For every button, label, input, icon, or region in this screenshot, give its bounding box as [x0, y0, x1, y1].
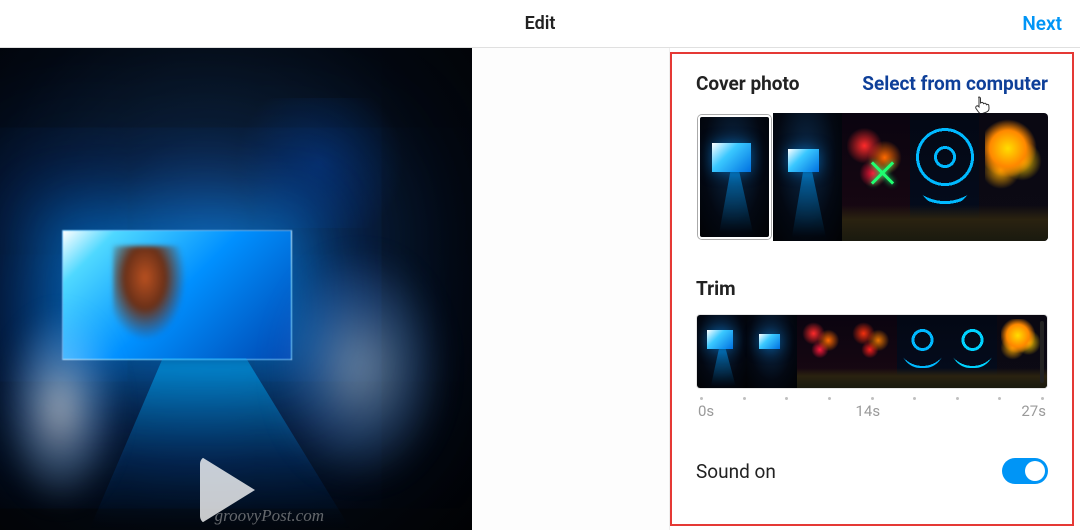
cover-thumb-5[interactable] — [979, 113, 1048, 241]
watermark-text: groovyPost.com — [215, 506, 324, 526]
sound-toggle[interactable] — [1002, 458, 1048, 484]
trim-section: Trim 0s 14s 27s — [696, 277, 1048, 420]
sound-label: Sound on — [696, 460, 776, 483]
header-bar: Edit Next — [0, 0, 1080, 48]
cover-photo-header: Cover photo Select from computer — [696, 72, 1048, 95]
trim-start-time: 0s — [698, 402, 714, 420]
trim-title: Trim — [696, 277, 1048, 300]
cover-thumb-4[interactable] — [910, 113, 979, 241]
cover-thumb-1[interactable] — [698, 115, 771, 239]
video-preview[interactable]: groovyPost.com — [0, 48, 472, 530]
trim-timeline[interactable] — [696, 314, 1048, 389]
edit-side-panel: Cover photo Select from computer Trim — [670, 52, 1074, 526]
cover-thumb-2[interactable] — [773, 113, 842, 241]
trim-time-labels: 0s 14s 27s — [696, 400, 1048, 420]
trim-handle-end[interactable] — [1040, 321, 1044, 383]
spacer — [472, 48, 670, 530]
trim-mid-time: 14s — [855, 402, 880, 420]
cover-photo-title: Cover photo — [696, 72, 799, 95]
next-button[interactable]: Next — [1022, 12, 1062, 35]
select-from-computer-link[interactable]: Select from computer — [862, 72, 1048, 95]
trim-ticks — [696, 389, 1048, 400]
page-title: Edit — [525, 13, 556, 34]
content-area: groovyPost.com Cover photo Select from c… — [0, 48, 1080, 530]
cover-thumb-3[interactable] — [842, 113, 911, 241]
sound-row: Sound on — [696, 458, 1048, 484]
cover-thumbnail-strip[interactable] — [696, 113, 1048, 241]
trim-end-time: 27s — [1021, 402, 1046, 420]
